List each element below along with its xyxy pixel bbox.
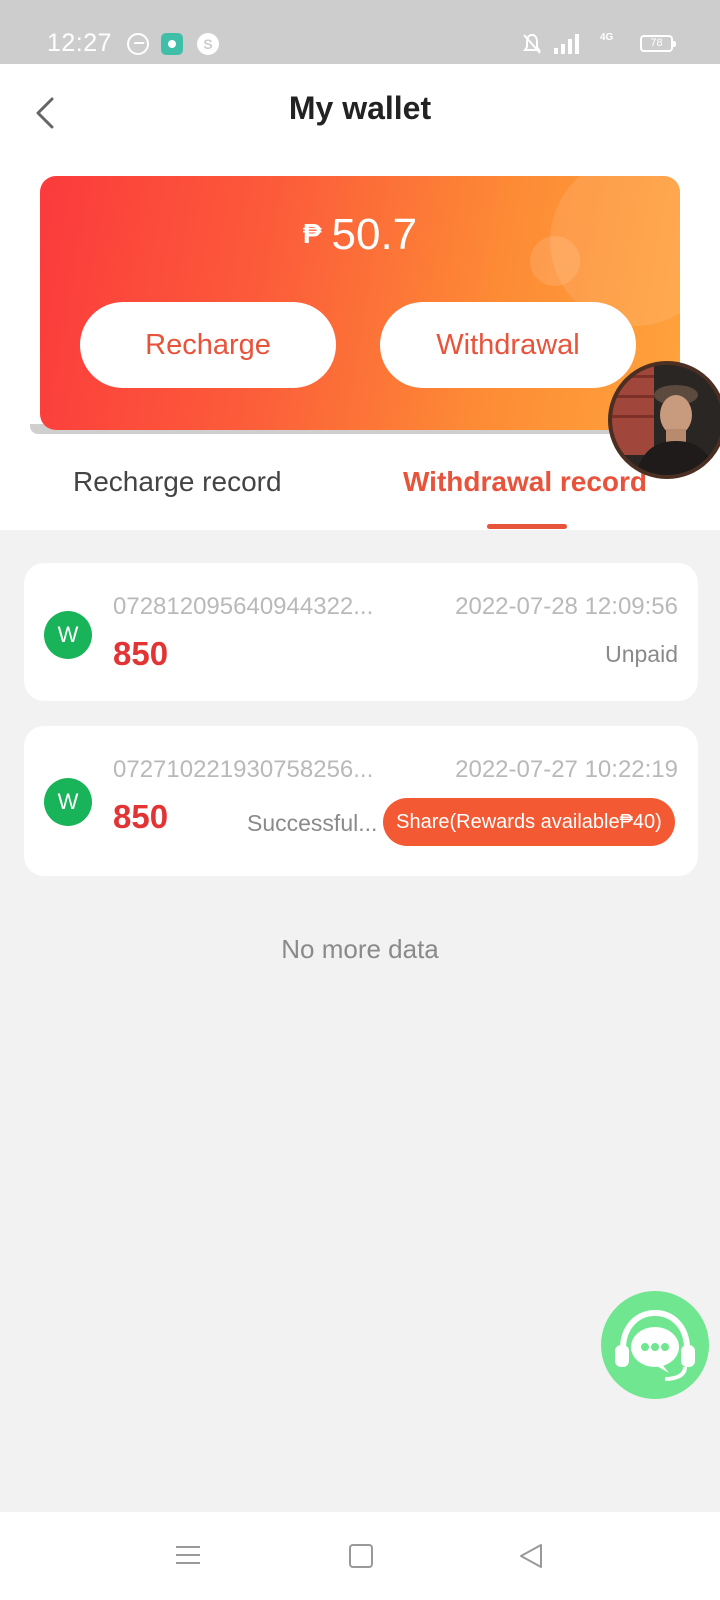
no-more-data-text: No more data — [281, 934, 439, 964]
tab-withdrawal-record[interactable]: Withdrawal record — [403, 466, 647, 498]
method-badge: W — [44, 778, 92, 826]
s-app-icon: S — [197, 33, 219, 55]
wallet-header: My wallet ₱ 50.7 Recharge Withdrawal Rech… — [0, 64, 720, 530]
tab-recharge-record[interactable]: Recharge record — [73, 466, 282, 498]
page-title: My wallet — [288, 90, 432, 126]
headset-chat-icon — [615, 1309, 695, 1381]
floating-avatar[interactable] — [608, 361, 720, 479]
record-date: 2022-07-27 10:22:19 — [455, 756, 678, 783]
share-rewards-button[interactable]: Share(Rewards available₱40) — [383, 798, 675, 846]
record-status: Successful... — [247, 810, 378, 836]
withdrawal-record-item[interactable]: W 072710221930758256... 2022-07-27 10:22… — [24, 726, 698, 876]
system-navigation-bar — [0, 1512, 720, 1600]
signal-icon — [554, 34, 579, 54]
recharge-button[interactable]: Recharge — [80, 302, 336, 388]
balance-value: 50.7 — [331, 210, 418, 259]
back-triangle-icon[interactable] — [518, 1542, 544, 1570]
mute-bell-icon — [523, 33, 541, 54]
wallet-card: ₱ 50.7 Recharge Withdrawal — [40, 176, 680, 430]
order-number: 072710221930758256... — [113, 756, 374, 783]
active-tab-indicator — [487, 524, 567, 529]
avatar-portrait-icon — [612, 365, 720, 475]
record-amount: 850 — [113, 635, 169, 672]
app-notification-icon — [161, 33, 183, 55]
status-bar: 12:27 S 4G 78 — [0, 0, 720, 64]
messenger-icon — [127, 33, 149, 55]
withdrawal-button[interactable]: Withdrawal — [380, 302, 636, 388]
wallet-balance: ₱ 50.7 — [40, 210, 680, 260]
record-status: Unpaid — [605, 641, 678, 667]
currency-symbol: ₱ — [302, 218, 322, 249]
menu-icon[interactable] — [175, 1544, 201, 1566]
customer-support-button[interactable] — [601, 1291, 709, 1399]
withdrawal-record-item[interactable]: W 072812095640944322... 2022-07-28 12:09… — [24, 563, 698, 701]
home-square-icon[interactable] — [349, 1544, 373, 1568]
record-amount: 850 — [113, 798, 169, 835]
order-number: 072812095640944322... — [113, 593, 374, 620]
record-date: 2022-07-28 12:09:56 — [455, 593, 678, 620]
battery-icon: 78 — [640, 35, 676, 52]
status-time: 12:27 — [47, 29, 113, 57]
network-type-icon: 4G — [600, 32, 614, 43]
method-badge: W — [44, 611, 92, 659]
